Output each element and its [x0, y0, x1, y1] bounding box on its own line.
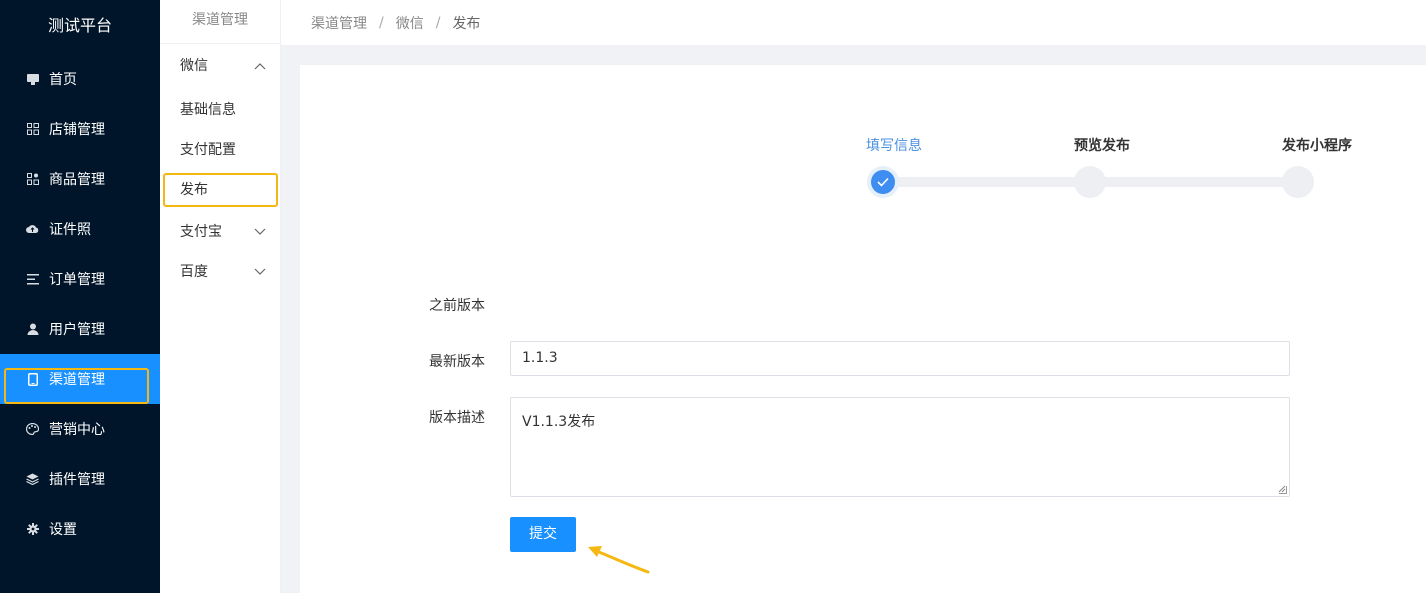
check-icon: [871, 170, 895, 194]
form-row-description: 版本描述: [429, 407, 485, 427]
submenu-item-publish[interactable]: 发布: [163, 173, 278, 207]
palette-icon: [26, 423, 39, 436]
menu-item-label: 证件照: [49, 222, 91, 238]
publish-card: 填写信息 预览发布 发布小程序 之前版本 最新版本 1.1.3 版本描述 V1.…: [300, 65, 1426, 593]
list-icon: [26, 273, 39, 286]
submenu-group-baidu[interactable]: 百度: [160, 250, 280, 294]
step-dot-done: [867, 166, 899, 198]
submenu-item-basic-info[interactable]: 基础信息: [160, 90, 280, 130]
breadcrumb-separator: /: [379, 14, 384, 31]
menu-item-store[interactable]: 店铺管理: [0, 104, 160, 154]
step-dot: [1074, 166, 1106, 198]
gear-icon: [26, 523, 39, 536]
chevron-down-icon: [254, 250, 266, 294]
submit-button[interactable]: 提交: [510, 517, 576, 552]
form-row-latest-version: 最新版本: [429, 351, 485, 371]
submenu-title: 渠道管理: [160, 0, 280, 44]
breadcrumb-separator: /: [435, 14, 441, 31]
description-text: V1.1.3发布: [522, 414, 596, 430]
menu-item-label: 插件管理: [49, 472, 105, 488]
menu-item-plugins[interactable]: 插件管理: [0, 454, 160, 504]
menu-item-home[interactable]: 首页: [0, 54, 160, 104]
submenu-group-label: 支付宝: [180, 224, 222, 240]
apps-icon: [26, 173, 39, 186]
breadcrumb: 渠道管理 / 微信 / 发布: [281, 0, 1426, 45]
description-textarea[interactable]: V1.1.3发布: [510, 397, 1290, 497]
step-label: 预览发布: [1074, 138, 1130, 154]
prev-version-label: 之前版本: [429, 298, 485, 314]
menu-item-users[interactable]: 用户管理: [0, 304, 160, 354]
submenu-item-payment-config[interactable]: 支付配置: [160, 130, 280, 170]
store-icon: [26, 123, 39, 136]
resize-handle-icon[interactable]: [1278, 485, 1287, 494]
chevron-down-icon: [254, 210, 266, 254]
menu-item-products[interactable]: 商品管理: [0, 154, 160, 204]
main-sidebar: 测试平台 首页 店铺管理 商品管理 证件照 订单管理 用户管理 渠道管理 营销中…: [0, 0, 160, 593]
menu-item-label: 设置: [49, 522, 77, 538]
menu-item-id-photo[interactable]: 证件照: [0, 204, 160, 254]
step-preview-publish: 预览发布: [1074, 135, 1130, 198]
main-menu: 首页 店铺管理 商品管理 证件照 订单管理 用户管理 渠道管理 营销中心 插件管…: [0, 54, 160, 554]
monitor-icon: [26, 73, 39, 86]
submenu-group-label: 微信: [180, 58, 208, 74]
breadcrumb-item[interactable]: 微信: [396, 13, 424, 33]
menu-item-settings[interactable]: 设置: [0, 504, 160, 554]
chevron-up-icon: [254, 44, 266, 88]
menu-item-orders[interactable]: 订单管理: [0, 254, 160, 304]
app-title: 测试平台: [47, 16, 112, 35]
cloud-icon: [26, 223, 39, 236]
progress-steps: 填写信息 预览发布 发布小程序: [866, 135, 1352, 205]
mobile-icon: [26, 372, 39, 386]
menu-item-label: 首页: [49, 72, 77, 88]
menu-item-marketing[interactable]: 营销中心: [0, 404, 160, 454]
menu-item-label: 商品管理: [49, 172, 105, 188]
submenu-group-alipay[interactable]: 支付宝: [160, 210, 280, 254]
menu-item-label: 店铺管理: [49, 122, 105, 138]
latest-version-label: 最新版本: [429, 354, 485, 370]
breadcrumb-item-current: 发布: [452, 15, 481, 32]
step-label: 填写信息: [866, 138, 922, 154]
submenu-group-wechat[interactable]: 微信: [160, 44, 280, 88]
step-publish-miniprogram: 发布小程序: [1282, 135, 1352, 198]
menu-item-channels[interactable]: 渠道管理: [0, 354, 160, 404]
menu-item-label: 渠道管理: [49, 372, 105, 388]
submenu-group-label: 百度: [180, 264, 208, 280]
menu-item-label: 用户管理: [49, 322, 105, 338]
step-fill-info: 填写信息: [866, 135, 922, 198]
menu-item-label: 订单管理: [49, 272, 105, 288]
latest-version-input[interactable]: 1.1.3: [510, 341, 1290, 376]
user-icon: [26, 323, 39, 336]
layers-icon: [26, 473, 39, 486]
step-dot: [1282, 166, 1314, 198]
description-label: 版本描述: [429, 410, 485, 426]
menu-item-label: 营销中心: [49, 422, 105, 438]
breadcrumb-item[interactable]: 渠道管理: [311, 13, 367, 33]
channel-submenu: 渠道管理 微信 基础信息 支付配置 发布 支付宝 百度: [160, 0, 281, 593]
step-label: 发布小程序: [1282, 138, 1352, 154]
form-row-prev-version: 之前版本: [429, 295, 485, 315]
